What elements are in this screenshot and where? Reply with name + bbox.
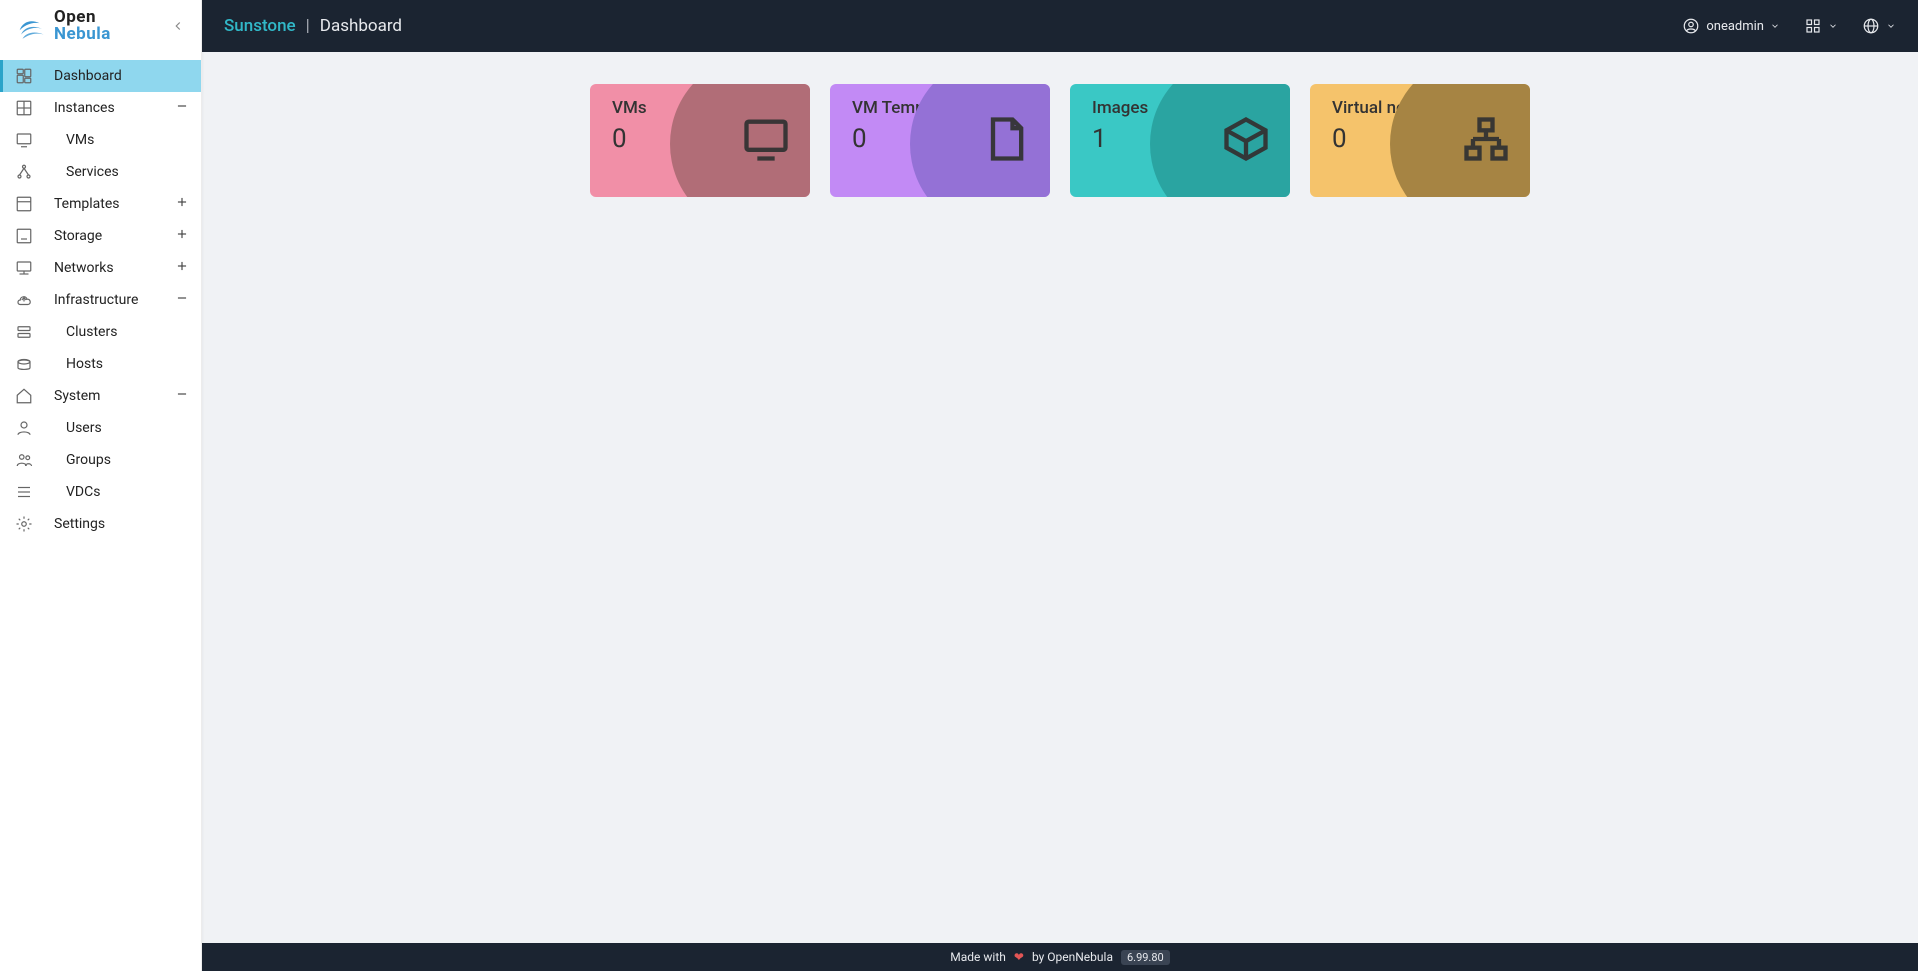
- sidebar-item-vdcs[interactable]: VDCs: [0, 476, 201, 508]
- networks-icon: [12, 259, 36, 277]
- expand-icon[interactable]: [175, 227, 189, 245]
- expand-icon[interactable]: [175, 259, 189, 277]
- services-icon: [12, 163, 36, 181]
- sidebar-item-networks[interactable]: Networks: [0, 252, 201, 284]
- sidebar-item-instances[interactable]: Instances: [0, 92, 201, 124]
- sidebar-logo-row: Open Nebula: [0, 0, 201, 52]
- monitor-icon: [740, 113, 792, 169]
- collapse-icon[interactable]: [175, 291, 189, 309]
- dashboard-cards: VMs 0 VM Templates 0 Images 1: [590, 84, 1530, 197]
- footer-text-after: by OpenNebula: [1032, 950, 1113, 964]
- package-icon: [1220, 113, 1272, 169]
- topbar: Sunstone | Dashboard oneadmin: [202, 0, 1918, 52]
- chevron-down-icon: [1828, 21, 1838, 31]
- sidebar-item-clusters[interactable]: Clusters: [0, 316, 201, 348]
- hosts-icon: [12, 355, 36, 373]
- chevron-down-icon: [1770, 21, 1780, 31]
- card-vm-templates[interactable]: VM Templates 0: [830, 84, 1050, 197]
- chevron-down-icon: [1886, 21, 1896, 31]
- sidebar-nav: Dashboard Instances VMs Services: [0, 52, 201, 540]
- user-name: oneadmin: [1706, 19, 1764, 34]
- sidebar-item-system[interactable]: System: [0, 380, 201, 412]
- sidebar-item-label: System: [54, 388, 100, 404]
- card-images[interactable]: Images 1: [1070, 84, 1290, 197]
- opennebula-logo-icon: [14, 9, 48, 43]
- network-tree-icon: [1460, 113, 1512, 169]
- sidebar-item-hosts[interactable]: Hosts: [0, 348, 201, 380]
- sidebar-item-groups[interactable]: Groups: [0, 444, 201, 476]
- system-icon: [12, 387, 36, 405]
- templates-icon: [12, 195, 36, 213]
- heart-icon: ❤: [1014, 950, 1024, 964]
- main-area: Sunstone | Dashboard oneadmin VM: [202, 0, 1918, 971]
- infrastructure-icon: [12, 291, 36, 309]
- settings-icon: [12, 515, 36, 533]
- brand-text-nebula: Nebula: [54, 26, 111, 43]
- breadcrumb: Sunstone | Dashboard: [224, 16, 402, 36]
- globe-icon: [1862, 17, 1880, 35]
- sidebar: Open Nebula Dashboard Instances: [0, 0, 202, 971]
- card-virtual-networks[interactable]: Virtual networks 0: [1310, 84, 1530, 197]
- user-circle-icon: [1682, 17, 1700, 35]
- footer-text-before: Made with: [950, 950, 1006, 964]
- sidebar-item-dashboard[interactable]: Dashboard: [0, 60, 201, 92]
- sidebar-item-label: VMs: [66, 132, 94, 148]
- monitor-icon: [12, 131, 36, 149]
- instances-icon: [12, 99, 36, 117]
- user-menu[interactable]: oneadmin: [1682, 17, 1780, 35]
- clusters-icon: [12, 323, 36, 341]
- storage-icon: [12, 227, 36, 245]
- grid-icon: [1804, 17, 1822, 35]
- sidebar-item-label: Settings: [54, 516, 105, 532]
- sidebar-item-label: Clusters: [66, 324, 117, 340]
- chevron-left-icon: [171, 19, 185, 33]
- brand-text: Open Nebula: [54, 9, 111, 43]
- collapse-icon[interactable]: [175, 99, 189, 117]
- sidebar-item-label: Hosts: [66, 356, 103, 372]
- app-name: Sunstone: [224, 16, 296, 36]
- sidebar-item-vms[interactable]: VMs: [0, 124, 201, 156]
- topbar-actions: oneadmin: [1682, 17, 1896, 35]
- groups-icon: [12, 451, 36, 469]
- sidebar-item-storage[interactable]: Storage: [0, 220, 201, 252]
- user-icon: [12, 419, 36, 437]
- sidebar-item-label: Instances: [54, 100, 115, 116]
- sidebar-item-label: Groups: [66, 452, 111, 468]
- sidebar-item-label: Networks: [54, 260, 114, 276]
- zone-menu[interactable]: [1804, 17, 1838, 35]
- card-vms[interactable]: VMs 0: [590, 84, 810, 197]
- sidebar-item-label: Infrastructure: [54, 292, 138, 308]
- collapse-icon[interactable]: [175, 387, 189, 405]
- expand-icon[interactable]: [175, 195, 189, 213]
- brand-logo[interactable]: Open Nebula: [14, 9, 111, 43]
- file-icon: [980, 113, 1032, 169]
- sidebar-item-services[interactable]: Services: [0, 156, 201, 188]
- version-badge: 6.99.80: [1121, 950, 1170, 965]
- footer: Made with ❤ by OpenNebula 6.99.80: [202, 943, 1918, 971]
- sidebar-item-label: Storage: [54, 228, 102, 244]
- vdcs-icon: [12, 483, 36, 501]
- content: VMs 0 VM Templates 0 Images 1: [202, 52, 1918, 943]
- sidebar-item-label: Services: [66, 164, 119, 180]
- language-menu[interactable]: [1862, 17, 1896, 35]
- sidebar-item-users[interactable]: Users: [0, 412, 201, 444]
- breadcrumb-separator: |: [306, 16, 310, 36]
- page-title: Dashboard: [320, 16, 402, 36]
- sidebar-collapse-button[interactable]: [165, 13, 191, 39]
- sidebar-item-templates[interactable]: Templates: [0, 188, 201, 220]
- dashboard-icon: [12, 67, 36, 85]
- sidebar-item-label: Templates: [54, 196, 120, 212]
- sidebar-item-label: Dashboard: [54, 68, 122, 84]
- sidebar-item-infrastructure[interactable]: Infrastructure: [0, 284, 201, 316]
- sidebar-item-settings[interactable]: Settings: [0, 508, 201, 540]
- sidebar-item-label: VDCs: [66, 484, 100, 500]
- sidebar-item-label: Users: [66, 420, 102, 436]
